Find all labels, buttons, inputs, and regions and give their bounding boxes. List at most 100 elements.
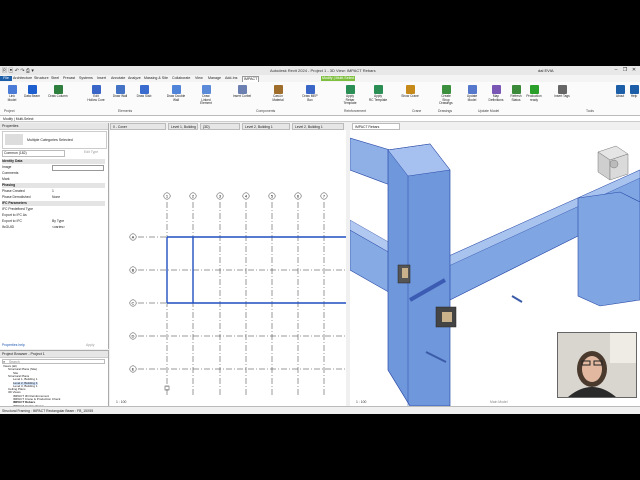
grid-label-row: E	[132, 367, 135, 372]
property-key: Phasing	[2, 183, 16, 187]
panel-label-tools: Tools	[586, 109, 594, 113]
corbel-left-plate	[402, 268, 408, 278]
update-model-icon	[467, 85, 477, 94]
webcam-overlay	[557, 332, 637, 398]
production-ready-button[interactable]: Production ready	[524, 85, 544, 107]
tab-view[interactable]: View	[194, 76, 204, 81]
grid-label-row: A	[132, 235, 135, 240]
help-button[interactable]: Help	[624, 85, 640, 107]
tab-annotate[interactable]: Annotate	[110, 76, 126, 81]
browser-search-input[interactable]: Search	[2, 359, 105, 364]
ribbon-button-label: Refresh Status	[510, 94, 522, 102]
ribbon-button-label: Draw Linked Element	[200, 94, 212, 106]
tab-file[interactable]: File	[0, 76, 12, 81]
quick-access-toolbar[interactable]: 🅁 ▣ ↶ ↷ ⎙ ▾	[2, 67, 34, 74]
view-tab[interactable]: Level 1, Building 1	[168, 123, 198, 136]
beam-upper-left	[349, 137, 391, 186]
revit-window: 🅁 ▣ ↶ ↷ ⎙ ▾ Autodesk Revit 2024 - Projec…	[0, 66, 640, 414]
property-value: None	[52, 195, 61, 199]
property-row[interactable]: Export to IFC By Type	[2, 219, 105, 224]
tab-modify-multi-select[interactable]: Modify | Multi-Select	[321, 76, 356, 81]
view-tab[interactable]: 0 - Cover	[110, 123, 166, 130]
ribbon-button-label: Insert Corbel	[232, 94, 252, 98]
property-row[interactable]: Comments	[2, 171, 105, 176]
properties-header: Properties	[0, 123, 108, 130]
edit-hollow-core-button[interactable]: Edit Hollow Core	[86, 85, 106, 107]
tab-steel[interactable]: Steel	[50, 76, 60, 81]
show-crane-button[interactable]: Show Crane	[400, 85, 420, 107]
property-group: Identity Data	[2, 159, 105, 164]
property-key: Export to IFC	[2, 219, 22, 223]
properties-palette: Properties Multiple Categories Selected …	[0, 123, 109, 349]
view-tab[interactable]: {3D}	[200, 123, 240, 130]
apply-rebar-template-button[interactable]: Apply Rebar Template	[340, 85, 360, 107]
tab-precast[interactable]: Precast	[62, 76, 76, 81]
3d-view-scale[interactable]: 1 : 100	[356, 400, 366, 404]
panel-label-drawings: Drawings	[438, 109, 453, 113]
tab-manage[interactable]: Manage	[207, 76, 222, 81]
tab-insert[interactable]: Insert	[96, 76, 107, 81]
apply-button[interactable]: Apply	[86, 343, 94, 347]
refresh-status-button[interactable]: Refresh Status	[506, 85, 526, 107]
tab-systems[interactable]: Systems	[78, 76, 94, 81]
tab-structure[interactable]: Structure	[33, 76, 50, 81]
ribbon-button-label: Edit Hollow Core	[87, 94, 105, 102]
browser-header: Project Browser - Project 1	[0, 351, 108, 358]
cast-in-material-button[interactable]: Cast-in Material	[268, 85, 288, 107]
update-model-button[interactable]: Update Model	[462, 85, 482, 107]
property-row[interactable]: Phase Demolished None	[2, 195, 105, 200]
cast-in-material-icon	[273, 85, 283, 94]
insert-corbel-icon	[237, 85, 247, 94]
plan-view-canvas[interactable]: 1234567ABCDE 1 : 100	[110, 130, 346, 406]
property-key: Identity Data	[2, 159, 23, 163]
draw-slab-button[interactable]: Draw Slab	[134, 85, 154, 107]
map-definitions-button[interactable]: Map Definitions	[486, 85, 506, 107]
tab-add-ins[interactable]: Add-Ins	[224, 76, 238, 81]
tab-massing-site[interactable]: Massing & Site	[143, 76, 169, 81]
type-selector[interactable]: Multiple Categories Selected	[2, 131, 107, 149]
edit-type-button[interactable]: Edit Type	[84, 150, 98, 154]
panel-label-elements: Elements	[118, 109, 133, 113]
property-row[interactable]: Phase Created 1	[2, 189, 105, 194]
show-crane-icon	[405, 85, 415, 94]
property-row[interactable]: Export to IFC As	[2, 213, 105, 218]
property-row[interactable]: Image	[2, 165, 105, 171]
link-model-button[interactable]: Link Model	[2, 85, 22, 107]
data-beam-button[interactable]: Data Beam	[22, 85, 42, 107]
property-row[interactable]: IfcGUID <varies>	[2, 225, 105, 230]
view-tab[interactable]: Level 2, Building 1	[242, 123, 290, 130]
draw-linked-element-button[interactable]: Draw Linked Element	[196, 85, 216, 107]
view-tab[interactable]: Level 2, Building 1	[292, 123, 344, 130]
property-row[interactable]: Mark	[2, 177, 105, 182]
plan-view-scale[interactable]: 1 : 100	[116, 400, 126, 404]
properties-help-link[interactable]: Properties help	[2, 343, 25, 347]
ribbon-button-label: Draw Wall	[112, 94, 128, 98]
insert-tags-button[interactable]: Insert Tags	[552, 85, 572, 107]
view-tab[interactable]: IMPACT Rebars	[352, 123, 400, 130]
apply-rc-template-button[interactable]: Apply RC Template	[368, 85, 388, 107]
property-key: Image	[2, 165, 12, 169]
tab-analyze[interactable]: Analyze	[127, 76, 142, 81]
draw-mep-box-button[interactable]: Draw MEP Box	[300, 85, 320, 107]
draw-column-button[interactable]: Draw Column	[48, 85, 68, 107]
panel-label-components: Components	[256, 109, 276, 113]
user-account[interactable]: dal EVIA	[538, 68, 554, 73]
options-bar: Modify | Multi-Select	[0, 116, 640, 122]
draw-wall-button[interactable]: Draw Wall	[110, 85, 130, 107]
panel-label-crane: Crane	[412, 109, 422, 113]
property-value: <varies>	[52, 225, 66, 229]
ribbon-button-label: Draw Slab	[136, 94, 152, 98]
create-shop-drawings-button[interactable]: Create Shop Drawings	[436, 85, 456, 107]
type-thumbnail	[5, 134, 23, 145]
close-button[interactable]: ✕	[630, 67, 638, 73]
property-row[interactable]: IFC Predefined Type	[2, 207, 105, 212]
tab-collaborate[interactable]: Collaborate	[171, 76, 191, 81]
category-filter-dropdown[interactable]: Common (182)	[2, 150, 65, 157]
refresh-status-icon	[511, 85, 521, 94]
tab-architecture[interactable]: Architecture	[12, 76, 33, 81]
insert-corbel-button[interactable]: Insert Corbel	[232, 85, 252, 107]
minimize-button[interactable]: –	[612, 67, 620, 73]
ribbon-button-label: Show Crane	[401, 94, 419, 98]
maximize-button[interactable]: ❐	[621, 67, 629, 73]
draw-double-wall-button[interactable]: Draw Double Wall	[166, 85, 186, 107]
